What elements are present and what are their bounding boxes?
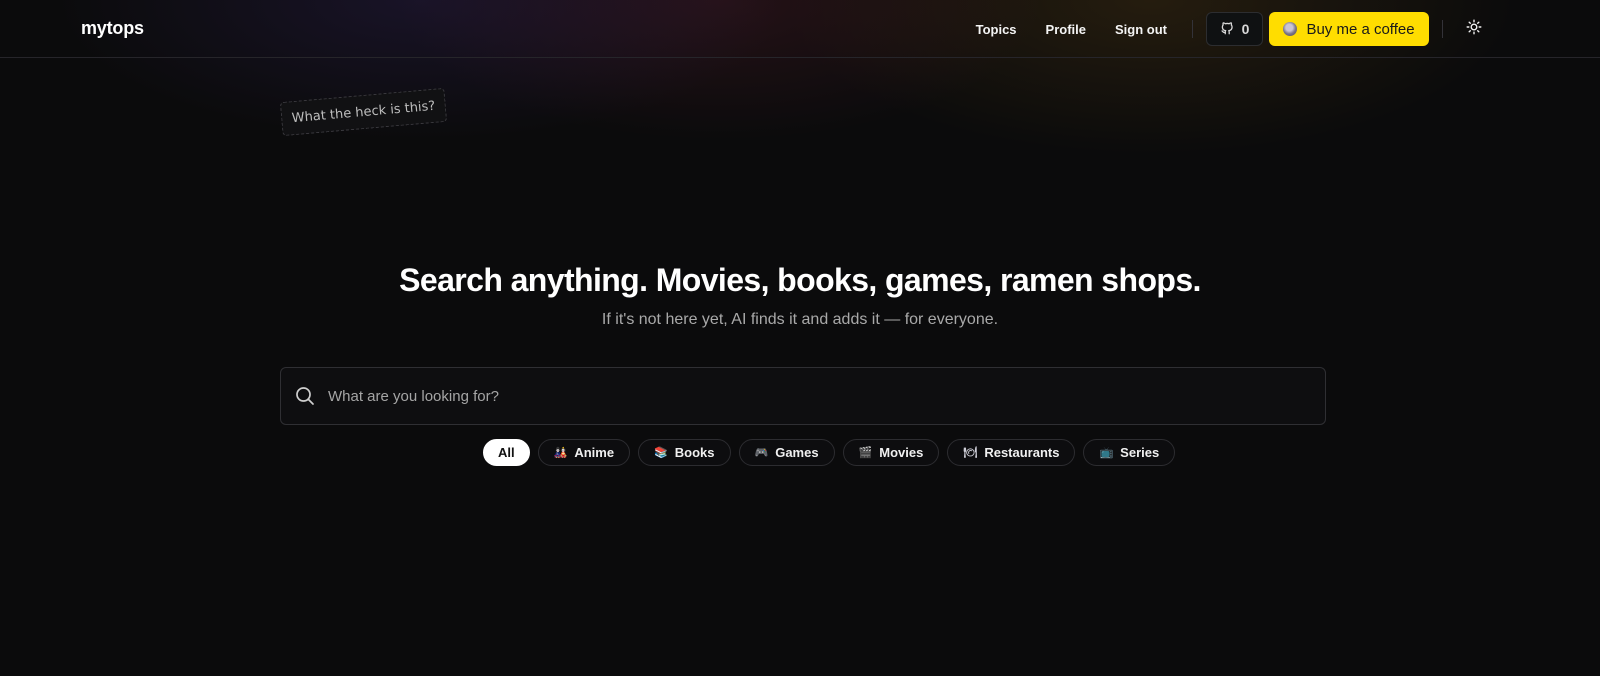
filter-chip-label: Anime: [574, 445, 615, 460]
filter-chip-series[interactable]: 📺 Series: [1083, 439, 1176, 466]
tv-icon: 📺: [1099, 446, 1114, 459]
github-icon: [1220, 21, 1234, 38]
filter-chip-anime[interactable]: 🎎 Anime: [537, 439, 631, 466]
category-filter-chips: All 🎎 Anime 📚 Books 🎮 Games 🎬 Movies 🍽 R…: [483, 439, 1176, 466]
top-nav-bar: mytops Topics Profile Sign out 0 Buy me …: [0, 0, 1600, 58]
clapperboard-icon: 🎬: [858, 446, 873, 459]
filter-chip-games[interactable]: 🎮 Games: [738, 439, 835, 466]
logo[interactable]: mytops: [81, 18, 144, 39]
gamepad-icon: 🎮: [754, 446, 769, 459]
filter-chip-label: Series: [1120, 445, 1160, 460]
github-count: 0: [1241, 21, 1250, 37]
plate-cutlery-icon: 🍽: [963, 446, 978, 459]
page: mytops Topics Profile Sign out 0 Buy me …: [0, 0, 1600, 676]
search-icon: [295, 386, 315, 406]
nav-link-sign-out[interactable]: Sign out: [1115, 22, 1167, 37]
filter-chip-restaurants[interactable]: 🍽 Restaurants: [947, 439, 1076, 466]
filter-chip-books[interactable]: 📚 Books: [638, 439, 731, 466]
github-button[interactable]: 0: [1206, 12, 1263, 46]
nav-actions: Topics Profile Sign out 0 Buy me a coffe…: [976, 0, 1600, 58]
sun-icon: [1466, 19, 1482, 40]
filter-chip-label: Restaurants: [984, 445, 1060, 460]
buy-coffee-label: Buy me a coffee: [1306, 20, 1415, 38]
filter-chip-label: Games: [775, 445, 819, 460]
filter-chip-all[interactable]: All: [483, 439, 530, 466]
dolls-icon: 🎎: [553, 446, 568, 459]
theme-toggle-button[interactable]: [1466, 19, 1482, 40]
books-icon: 📚: [654, 446, 668, 459]
filter-chip-label: All: [498, 445, 515, 460]
search-input[interactable]: [328, 368, 1325, 424]
nav-divider: [1442, 20, 1443, 38]
nav-link-topics[interactable]: Topics: [976, 22, 1017, 37]
filter-chip-label: Movies: [879, 445, 924, 460]
hero-subtitle: If it's not here yet, AI finds it and ad…: [601, 311, 999, 328]
filter-chip-label: Books: [674, 445, 715, 460]
hero-title: Search anything. Movies, books, games, r…: [399, 262, 1201, 298]
what-is-this-sticker[interactable]: What the heck is this?: [279, 87, 448, 137]
buy-coffee-button[interactable]: Buy me a coffee: [1269, 12, 1429, 46]
nav-divider: [1192, 20, 1193, 38]
coffee-icon: [1283, 22, 1298, 36]
search-box[interactable]: [280, 367, 1326, 425]
filter-chip-movies[interactable]: 🎬 Movies: [842, 439, 940, 466]
nav-link-profile[interactable]: Profile: [1046, 22, 1086, 37]
